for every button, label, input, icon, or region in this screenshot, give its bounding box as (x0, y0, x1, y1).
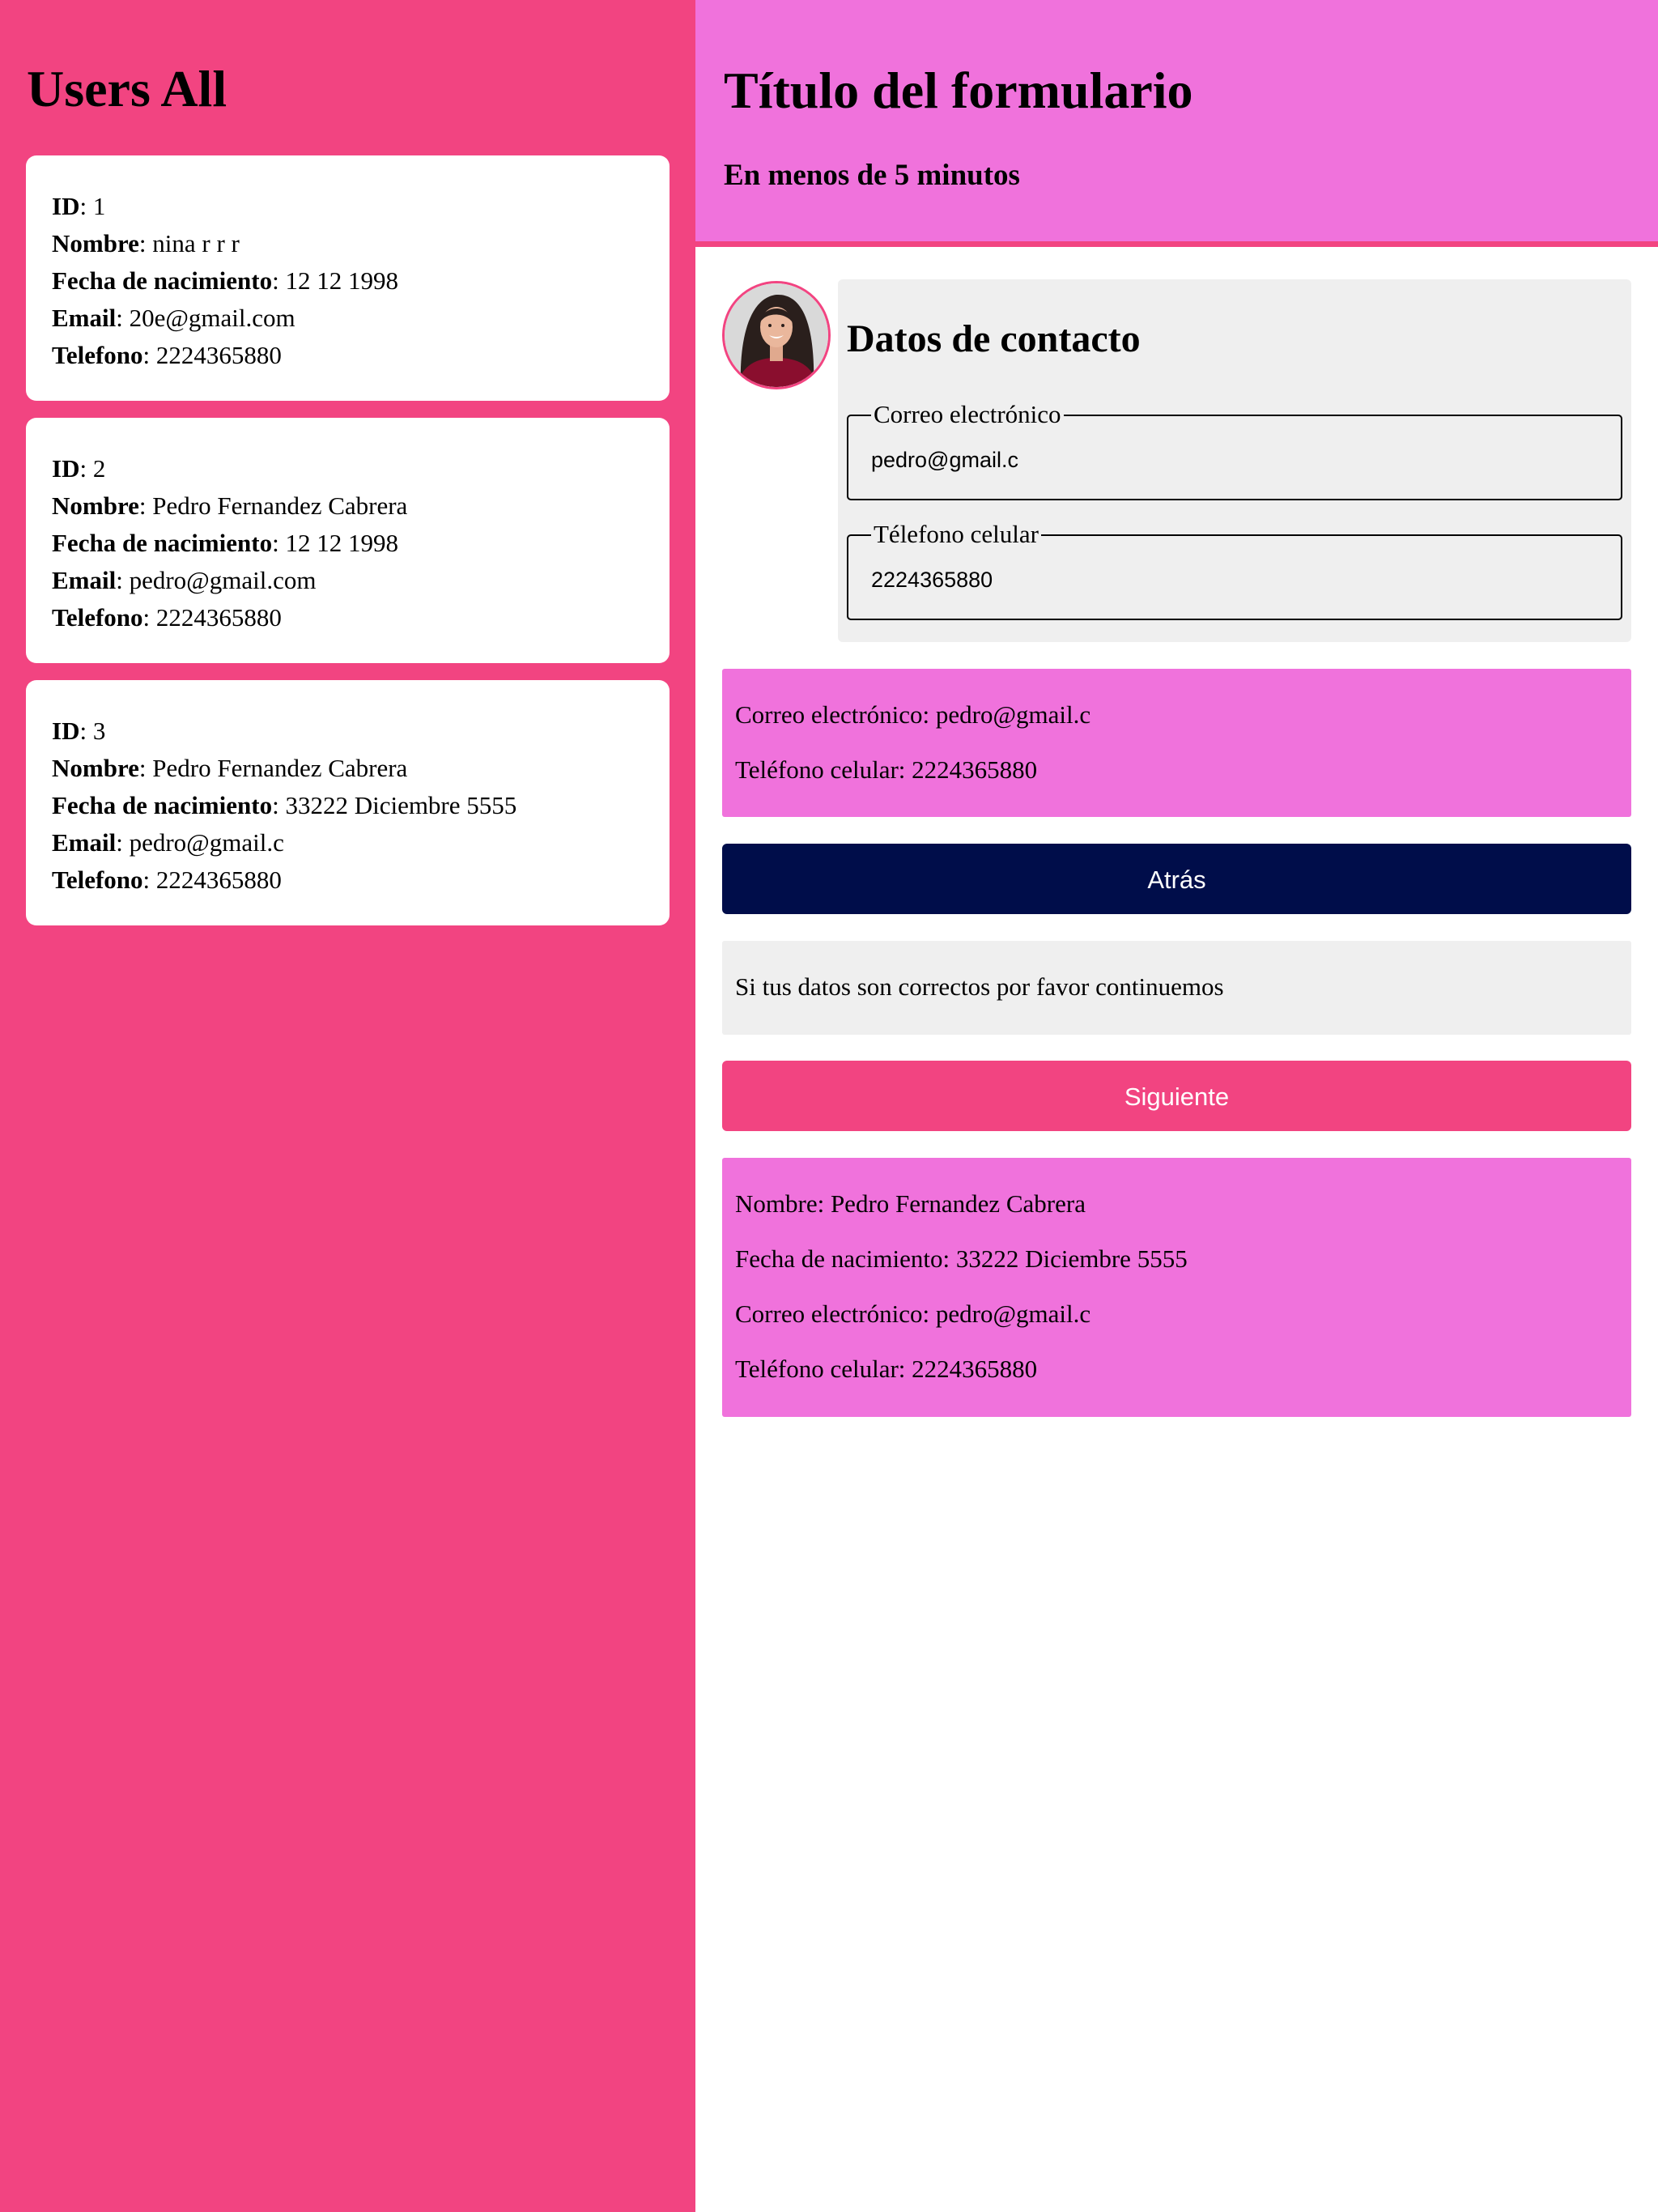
user-birth: Fecha de nacimiento: 12 12 1998 (52, 266, 398, 295)
user-id: ID: 2 (52, 454, 106, 483)
page: Users All ID: 1 Nombre: nina r r r Fecha… (0, 0, 1658, 2212)
user-avatar-icon (725, 283, 828, 387)
users-panel: Users All ID: 1 Nombre: nina r r r Fecha… (0, 0, 695, 2212)
final-summary-email: Correo electrónico: pedro@gmail.c (735, 1300, 1091, 1328)
final-summary-phone: Teléfono celular: 2224365880 (735, 1355, 1038, 1383)
next-button[interactable]: Siguiente (722, 1061, 1631, 1131)
user-name: Nombre: Pedro Fernandez Cabrera (52, 754, 408, 782)
user-birth: Fecha de nacimiento: 33222 Diciembre 555… (52, 791, 517, 819)
form-subtitle: En menos de 5 minutos (724, 159, 1020, 192)
contact-section: Datos de contacto Correo electrónico Tél… (838, 279, 1631, 642)
form-header: Título del formulario En menos de 5 minu… (695, 0, 1658, 247)
final-summary-name: Nombre: Pedro Fernandez Cabrera (735, 1189, 1086, 1218)
confirmation-note-text: Si tus datos son correctos por favor con… (735, 972, 1224, 1001)
user-name: Nombre: nina r r r (52, 229, 240, 257)
user-id: ID: 1 (52, 192, 106, 220)
phone-legend: Télefono celular (871, 520, 1041, 549)
phone-field[interactable] (871, 564, 1584, 596)
users-panel-title: Users All (27, 60, 227, 117)
user-phone: Telefono: 2224365880 (52, 866, 282, 894)
user-phone: Telefono: 2224365880 (52, 341, 282, 369)
contact-title: Datos de contacto (847, 317, 1141, 360)
user-name: Nombre: Pedro Fernandez Cabrera (52, 491, 408, 520)
user-email: Email: pedro@gmail.c (52, 828, 284, 857)
email-field[interactable] (871, 444, 1584, 476)
user-id: ID: 3 (52, 717, 106, 745)
email-fieldset: Correo electrónico (847, 400, 1622, 500)
confirmation-note: Si tus datos son correctos por favor con… (722, 941, 1631, 1035)
form-title: Título del formulario (724, 62, 1193, 119)
user-birth: Fecha de nacimiento: 12 12 1998 (52, 529, 398, 557)
user-card: ID: 2 Nombre: Pedro Fernandez Cabrera Fe… (26, 418, 670, 663)
user-card: ID: 1 Nombre: nina r r r Fecha de nacimi… (26, 155, 670, 401)
user-email: Email: 20e@gmail.com (52, 304, 295, 332)
final-summary: Nombre: Pedro Fernandez Cabrera Fecha de… (722, 1158, 1631, 1417)
user-card: ID: 3 Nombre: Pedro Fernandez Cabrera Fe… (26, 680, 670, 925)
contact-summary: Correo electrónico: pedro@gmail.c Teléfo… (722, 669, 1631, 817)
user-email: Email: pedro@gmail.com (52, 566, 317, 594)
phone-fieldset: Télefono celular (847, 520, 1622, 620)
summary-email: Correo electrónico: pedro@gmail.c (735, 700, 1091, 729)
back-button[interactable]: Atrás (722, 844, 1631, 914)
user-phone: Telefono: 2224365880 (52, 603, 282, 632)
email-legend: Correo electrónico (871, 400, 1064, 429)
avatar (722, 281, 831, 389)
final-summary-birth: Fecha de nacimiento: 33222 Diciembre 555… (735, 1244, 1188, 1273)
summary-phone: Teléfono celular: 2224365880 (735, 755, 1038, 784)
